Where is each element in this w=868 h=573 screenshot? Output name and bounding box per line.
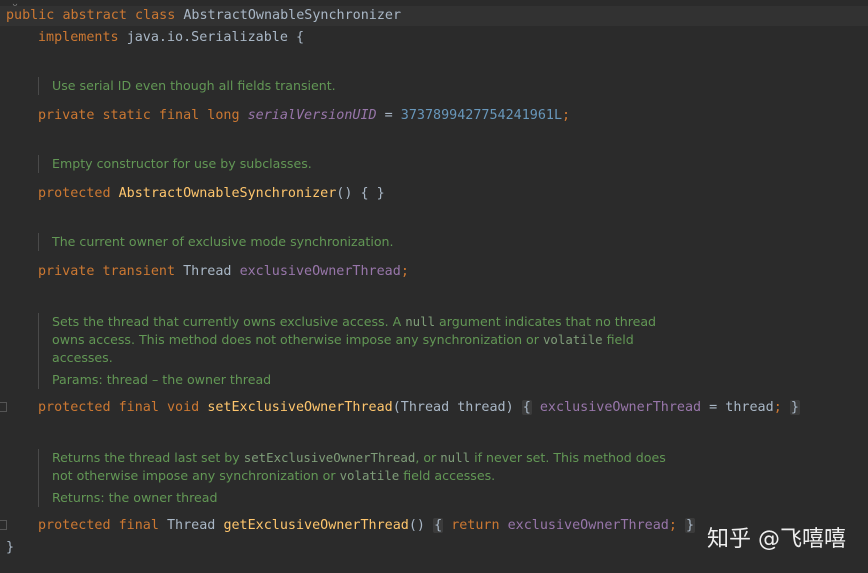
doc-code-setter: setExclusiveOwnerThread: [243, 450, 416, 465]
folded-close-brace[interactable]: }: [789, 400, 800, 415]
doc-text: , or: [415, 450, 441, 465]
interface-name: java.io.Serializable {: [126, 30, 305, 45]
implements-line[interactable]: implements java.io.Serializable {: [38, 28, 304, 48]
keyword-implements: implements: [38, 30, 119, 45]
serial-number: 3737899427754241961L: [400, 108, 563, 123]
class-close-line[interactable]: }: [6, 538, 14, 558]
method-name-getter: getExclusiveOwnerThread: [223, 518, 409, 533]
keyword-protected: protected: [38, 186, 111, 201]
doc-comment-serial[interactable]: Use serial ID even though all fields tra…: [38, 77, 336, 95]
doc-text: Empty constructor for use by subclasses.: [52, 156, 312, 171]
doc-comment-constructor[interactable]: Empty constructor for use by subclasses.: [38, 155, 312, 173]
field-exclusiveownerthread: exclusiveOwnerThread: [239, 264, 401, 279]
doc-line-2: not otherwise impose any synchronization…: [52, 467, 666, 485]
closing-brace: }: [6, 540, 15, 555]
folded-open-brace[interactable]: {: [433, 518, 444, 533]
class-declaration-line[interactable]: public abstract class AbstractOwnableSyn…: [0, 6, 868, 26]
doc-comment-getter[interactable]: Returns the thread last set by setExclus…: [38, 449, 666, 507]
constructor-name: AbstractOwnableSynchronizer: [118, 186, 337, 201]
keyword-public: public: [6, 8, 55, 23]
doc-code-volatile: volatile: [542, 332, 603, 347]
keyword-return: return: [451, 518, 500, 533]
method-params: (Thread thread): [392, 400, 514, 415]
doc-text: if never set. This method does: [470, 450, 666, 465]
semicolon: ;: [400, 264, 409, 279]
field-modifiers: private transient: [38, 264, 176, 279]
doc-line-2: owns access. This method does not otherw…: [52, 331, 656, 349]
doc-line-1: Returns the thread last set by setExclus…: [52, 449, 666, 467]
doc-code-volatile: volatile: [339, 468, 400, 483]
semicolon: ;: [562, 108, 571, 123]
method-modifiers: protected final: [38, 518, 159, 533]
doc-text: Returns the thread last set by: [52, 450, 244, 465]
owner-field-line[interactable]: private transient Thread exclusiveOwnerT…: [38, 262, 409, 282]
keyword-class: class: [135, 8, 176, 23]
doc-text: argument indicates that no thread: [435, 314, 657, 329]
zhihu-watermark: 知乎 @飞嘻嘻: [707, 527, 846, 552]
code-editor[interactable]: ⌄ public abstract class AbstractOwnableS…: [0, 0, 868, 573]
semicolon: ;: [773, 400, 782, 415]
doc-code-null: null: [440, 450, 471, 465]
doc-params: Params: thread – the owner thread: [52, 372, 272, 387]
doc-text: field accesses.: [399, 468, 496, 483]
constructor-body: () { }: [336, 186, 385, 201]
field-exclusiveownerthread: exclusiveOwnerThread: [539, 400, 702, 415]
fold-gutter-icon[interactable]: [0, 520, 7, 530]
doc-comment-owner-field[interactable]: The current owner of exclusive mode sync…: [38, 233, 394, 251]
field-exclusiveownerthread: exclusiveOwnerThread: [507, 518, 669, 533]
assign-op: =: [376, 108, 401, 123]
doc-comment-setter[interactable]: Sets the thread that currently owns excl…: [38, 313, 656, 389]
field-modifiers: private static final long: [38, 108, 240, 123]
getter-method-line[interactable]: protected final Thread getExclusiveOwner…: [38, 516, 696, 536]
method-parens: (): [408, 518, 425, 533]
fold-gutter-icon[interactable]: [0, 402, 7, 412]
setter-method-line[interactable]: protected final void setExclusiveOwnerTh…: [38, 398, 800, 418]
doc-code-null: null: [405, 314, 436, 329]
constructor-line[interactable]: protected AbstractOwnableSynchronizer() …: [38, 184, 385, 204]
doc-returns: Returns: the owner thread: [52, 490, 218, 505]
type-thread: Thread: [183, 264, 232, 279]
method-name-setter: setExclusiveOwnerThread: [207, 400, 393, 415]
semicolon: ;: [668, 518, 677, 533]
folded-close-brace[interactable]: }: [685, 518, 696, 533]
doc-line-1: Sets the thread that currently owns excl…: [52, 313, 656, 331]
method-modifiers: protected final void: [38, 400, 200, 415]
keyword-abstract: abstract: [62, 8, 127, 23]
serial-field-line[interactable]: private static final long serialVersionU…: [38, 106, 570, 126]
doc-line-3: accesses.: [52, 350, 113, 365]
doc-text: owns access. This method does not otherw…: [52, 332, 543, 347]
doc-text: Use serial ID even though all fields tra…: [52, 78, 336, 93]
doc-text: not otherwise impose any synchronization…: [52, 468, 340, 483]
doc-text: Sets the thread that currently owns excl…: [52, 314, 406, 329]
field-serialversionuid: serialVersionUID: [247, 108, 377, 123]
type-thread: Thread: [167, 518, 216, 533]
folded-open-brace[interactable]: {: [521, 400, 532, 415]
class-name: AbstractOwnableSynchronizer: [183, 8, 402, 23]
doc-text: field: [602, 332, 634, 347]
doc-text: The current owner of exclusive mode sync…: [52, 234, 394, 249]
assignment: = thread: [701, 400, 774, 415]
